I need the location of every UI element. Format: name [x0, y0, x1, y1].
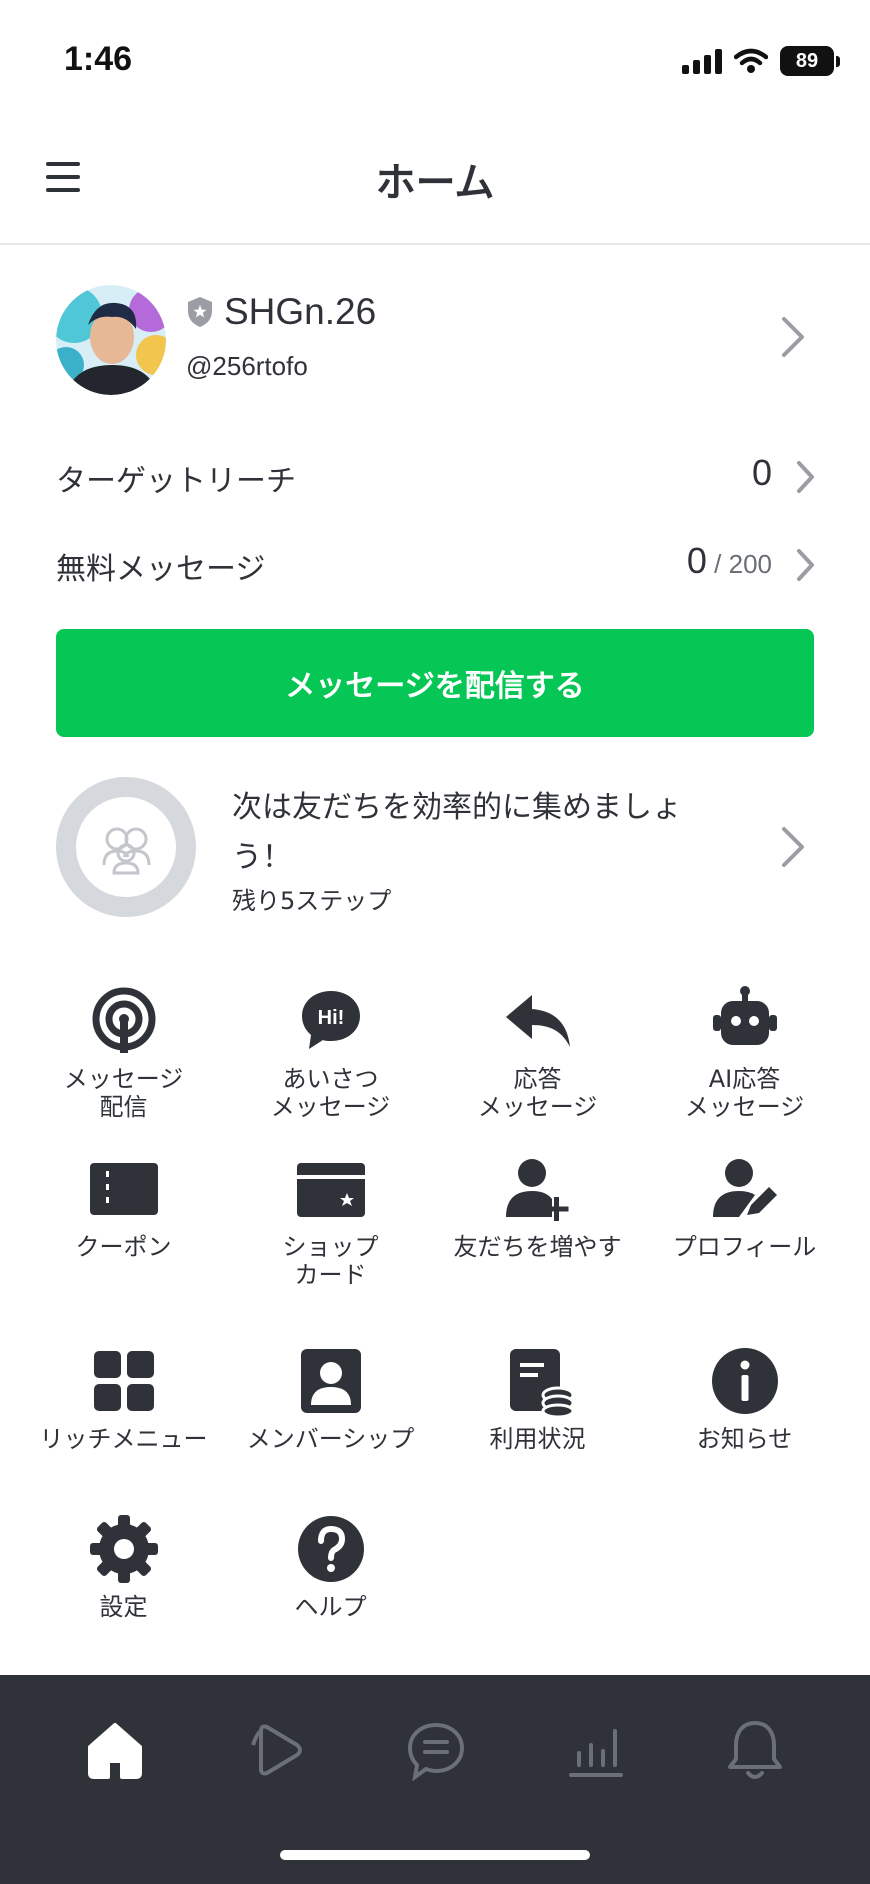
account-profile[interactable]: SHGn.26 @256rtofo: [46, 285, 824, 395]
menu-item-greeting-message[interactable]: Hi! あいさつ メッセージ: [227, 985, 434, 1121]
account-name: SHGn.26: [224, 291, 377, 332]
menu-item-rich-menu[interactable]: リッチメニュー: [20, 1345, 227, 1453]
free-messages-value: 0 / 200: [687, 540, 772, 582]
menu-item-membership[interactable]: メンバーシップ: [227, 1345, 434, 1453]
menu-item-label: AI応答 メッセージ: [684, 1065, 805, 1121]
menu-item-notices[interactable]: お知らせ: [641, 1345, 848, 1453]
free-messages-limit: / 200: [706, 549, 772, 579]
bell-icon[interactable]: [720, 1715, 790, 1785]
add-friend-icon: [505, 1159, 568, 1221]
svg-text:Hi!: Hi!: [317, 1007, 344, 1029]
menu-item-usage[interactable]: 利用状況: [434, 1345, 641, 1453]
menu-item-label: ヘルプ: [294, 1593, 367, 1621]
broadcast-icon: [92, 987, 155, 1053]
page-title: ホーム: [375, 160, 495, 206]
chevron-right-icon: [797, 549, 814, 581]
onboarding-progress-card[interactable]: 次は友だちを効率的に集めましょう！ 残り5ステップ: [56, 775, 816, 920]
menu-item-shop-card[interactable]: ショップ カード: [227, 1153, 434, 1289]
app-header: ホーム: [0, 120, 870, 245]
menu-item-label: メッセージ 配信: [63, 1065, 184, 1121]
menu-item-label: あいさつ メッセージ: [270, 1065, 391, 1121]
menu-item-coupon[interactable]: クーポン: [20, 1153, 227, 1261]
target-reach-value: 0: [751, 452, 772, 493]
robot-icon: [712, 986, 777, 1045]
battery-level: 89: [780, 46, 834, 76]
menu-item-label: リッチメニュー: [39, 1425, 208, 1453]
target-reach-label: ターゲットリーチ: [56, 464, 296, 499]
menu-item-label: 利用状況: [489, 1425, 586, 1453]
menu-item-label: ショップ カード: [282, 1233, 379, 1289]
wifi-icon: [734, 48, 768, 73]
free-messages-row[interactable]: 無料メッセージ 0 / 200: [56, 534, 816, 594]
chevron-right-icon: [782, 827, 804, 867]
menu-item-label: 設定: [99, 1593, 148, 1621]
status-time: 1:46: [64, 40, 133, 78]
status-icons: 89: [682, 46, 840, 76]
broadcast-message-button[interactable]: メッセージを配信する: [56, 629, 814, 737]
menu-item-broadcast[interactable]: メッセージ 配信: [20, 985, 227, 1121]
menu-item-help[interactable]: ヘルプ: [227, 1513, 434, 1621]
menu-item-profile[interactable]: プロフィール: [641, 1153, 848, 1261]
chat-icon[interactable]: [401, 1715, 471, 1785]
menu-item-ai-reply[interactable]: AI応答 メッセージ: [641, 985, 848, 1121]
free-messages-count: 0: [686, 540, 707, 581]
target-reach-row[interactable]: ターゲットリーチ 0: [56, 446, 816, 506]
menu-item-label: メンバーシップ: [246, 1425, 415, 1453]
chevron-right-icon: [797, 461, 814, 493]
progress-remaining-steps: 残り5ステップ: [232, 887, 392, 915]
status-bar: 1:46 89: [0, 0, 870, 120]
avatar: [56, 285, 166, 395]
home-indicator: [280, 1850, 590, 1860]
menu-item-settings[interactable]: 設定: [20, 1513, 227, 1621]
profile-name-row: SHGn.26: [186, 291, 376, 333]
battery-icon: 89: [780, 46, 840, 76]
rich-menu-icon: [93, 1351, 154, 1411]
greeting-message-icon: Hi!: [301, 991, 360, 1049]
membership-icon: [300, 1349, 361, 1413]
free-messages-label: 無料メッセージ: [56, 552, 266, 587]
menu-item-label: 応答 メッセージ: [477, 1065, 598, 1121]
gear-icon: [89, 1515, 158, 1583]
menu-item-label: クーポン: [75, 1233, 172, 1261]
signal-icon: [682, 48, 722, 74]
shield-star-icon: [188, 297, 212, 327]
progress-title: 次は友だちを効率的に集めましょう！: [232, 790, 682, 875]
analytics-icon[interactable]: [561, 1715, 631, 1785]
account-id: @256rtofo: [186, 351, 308, 381]
menu-item-add-friends[interactable]: 友だちを増やす: [434, 1153, 641, 1261]
home-icon[interactable]: [80, 1715, 150, 1785]
reply-icon: [505, 995, 570, 1047]
chevron-right-icon: [782, 317, 804, 357]
coupon-icon: [89, 1163, 158, 1215]
profile-edit-icon: [712, 1159, 777, 1217]
menu-item-label: プロフィール: [672, 1233, 817, 1261]
usage-icon: [509, 1349, 574, 1417]
menu-item-label: お知らせ: [696, 1425, 793, 1453]
info-icon: [711, 1348, 778, 1414]
menu-item-label: 友だちを増やす: [453, 1233, 622, 1261]
shop-card-icon: [296, 1163, 365, 1217]
menu-item-reply-message[interactable]: 応答 メッセージ: [434, 985, 641, 1121]
help-icon: [297, 1516, 364, 1582]
play-icon[interactable]: [241, 1715, 311, 1785]
friends-progress-ring-icon: [56, 777, 196, 917]
